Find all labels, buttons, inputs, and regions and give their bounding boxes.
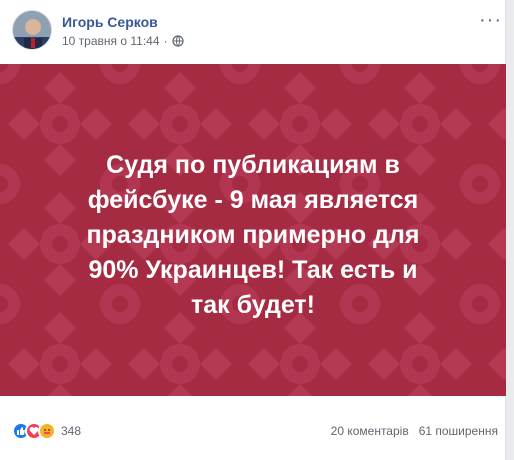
more-options-icon[interactable]: ··· [479,10,502,30]
reactions-summary[interactable]: 348 [12,422,81,440]
meta-separator: · [163,34,168,48]
shares-count[interactable]: 61 поширення [419,424,498,438]
image-caption: Судя по публикациям в фейсбуке - 9 мая я… [86,151,420,319]
engagement-counts: 20 коментарів 61 поширення [331,424,498,438]
globe-icon [171,35,184,47]
post-meta: 10 травня о 11:44 · [62,34,184,48]
reaction-count: 348 [61,424,82,438]
post-timestamp[interactable]: 10 травня о 11:44 [62,34,160,48]
post-footer: 348 20 коментарів 61 поширення [12,420,498,442]
post-card: Игорь Серков 10 травня о 11:44 · ··· Суд… [0,0,506,460]
post-header: Игорь Серков 10 травня о 11:44 · ··· [12,10,502,58]
author-name[interactable]: Игорь Серков [62,14,158,30]
post-image[interactable]: Судя по публикациям в фейсбуке - 9 мая я… [0,64,506,396]
care-icon [38,422,56,440]
avatar[interactable] [12,10,52,50]
comments-count[interactable]: 20 коментарів [331,424,409,438]
